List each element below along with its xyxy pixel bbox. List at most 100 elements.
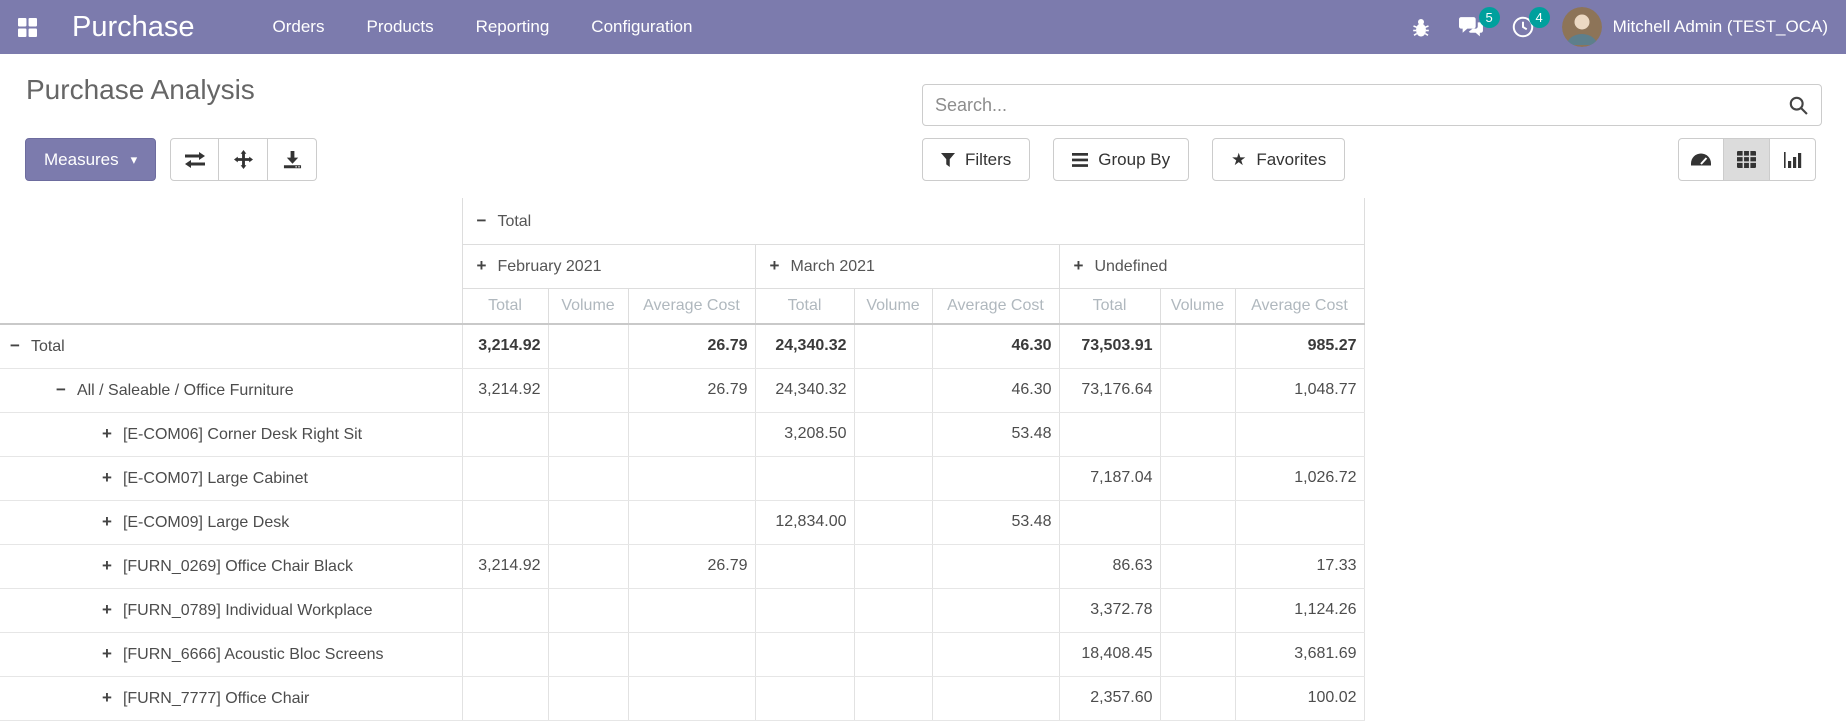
expand-icon[interactable]: + — [102, 556, 112, 576]
pivot-measure-header[interactable]: Total — [1059, 288, 1160, 324]
pivot-cell — [854, 456, 932, 500]
pivot-cell — [932, 544, 1059, 588]
navbar-menu-item-products[interactable]: Products — [366, 17, 433, 37]
filters-button[interactable]: Filters — [922, 138, 1030, 181]
download-button[interactable] — [268, 138, 317, 181]
app-brand[interactable]: Purchase — [72, 11, 195, 44]
apps-menu-button[interactable] — [0, 0, 54, 54]
pivot-cell — [628, 412, 755, 456]
pivot-measure-header[interactable]: Average Cost — [932, 288, 1059, 324]
pivot-col-group-label: Undefined — [1094, 258, 1167, 275]
pivot-row-header[interactable]: +[E-COM06] Corner Desk Right Sit — [0, 412, 462, 456]
pivot-cell — [462, 456, 548, 500]
pivot-row-header[interactable]: + [FURN_0269] Office Chair Black — [0, 544, 462, 588]
collapse-icon[interactable]: − — [56, 380, 66, 400]
pivot-row-header[interactable]: + [FURN_0789] Individual Workplace — [0, 588, 462, 632]
pivot-col-group[interactable]: +March 2021 — [755, 244, 1059, 288]
pivot-cell — [1160, 324, 1235, 368]
pivot-row-header[interactable]: −All / Saleable / Office Furniture — [0, 368, 462, 412]
pivot-cell — [1160, 632, 1235, 676]
pivot-row-label: [FURN_0269] Office Chair Black — [123, 558, 353, 575]
user-name: Mitchell Admin (TEST_OCA) — [1613, 17, 1828, 37]
search-input[interactable] — [923, 95, 1776, 116]
pivot-row-header[interactable]: + [E-COM09] Large Desk — [0, 500, 462, 544]
expand-icon[interactable]: + — [102, 644, 112, 664]
pivot-cell — [755, 588, 854, 632]
bars-icon — [1072, 153, 1088, 167]
pivot-row-label: [E-COM09] Large Desk — [123, 514, 289, 531]
pivot-row-label: [FURN_0789] Individual Workplace — [123, 602, 373, 619]
pivot-cell — [932, 456, 1059, 500]
pivot-cell — [755, 632, 854, 676]
collapse-icon[interactable]: − — [10, 336, 20, 356]
navbar-menu-item-orders[interactable]: Orders — [273, 17, 325, 37]
pivot-cell: 3,214.92 — [462, 324, 548, 368]
pivot-cell: 7,187.04 — [1059, 456, 1160, 500]
messages-button[interactable]: 5 — [1459, 16, 1484, 38]
pivot-cell — [755, 456, 854, 500]
expand-icon[interactable]: + — [1074, 256, 1084, 276]
pivot-cell — [462, 676, 548, 720]
pivot-col-group[interactable]: + February 2021 — [462, 244, 755, 288]
search-icon[interactable] — [1776, 96, 1821, 115]
pivot-col-root-label: Total — [497, 213, 531, 230]
debug-mode-button[interactable] — [1411, 17, 1431, 38]
group-by-button[interactable]: Group By — [1053, 138, 1189, 181]
apps-grid-icon — [18, 18, 37, 37]
pivot-cell — [854, 544, 932, 588]
pivot-measure-header[interactable]: Volume — [1160, 288, 1235, 324]
pivot-row-header[interactable]: −Total — [0, 324, 462, 368]
pivot-col-root[interactable]: −Total — [462, 198, 1364, 244]
measures-button[interactable]: Measures ▾ — [25, 138, 156, 181]
pivot-cell: 2,357.60 — [1059, 676, 1160, 720]
pivot-row-label: [FURN_6666] Acoustic Bloc Screens — [123, 646, 384, 663]
top-navbar: Purchase Orders Products Reporting Configur… — [0, 0, 1846, 54]
table-row: −Total3,214.9226.7924,340.3246.3073,503.… — [0, 324, 1364, 368]
pivot-cell — [462, 632, 548, 676]
pivot-cell: 1,048.77 — [1235, 368, 1364, 412]
pivot-cell — [854, 588, 932, 632]
pivot-corner — [0, 198, 462, 244]
user-menu[interactable]: Mitchell Admin (TEST_OCA) — [1562, 7, 1828, 47]
expand-icon[interactable]: + — [770, 256, 780, 276]
pivot-view-button[interactable] — [1724, 138, 1770, 181]
collapse-icon[interactable]: − — [477, 211, 487, 231]
dashboard-view-button[interactable] — [1678, 138, 1724, 181]
pivot-cell — [1160, 412, 1235, 456]
expand-icon[interactable]: + — [477, 256, 487, 276]
chart-view-button[interactable] — [1770, 138, 1816, 181]
expand-icon[interactable]: + — [102, 512, 112, 532]
expand-all-button[interactable] — [219, 138, 268, 181]
pivot-row-header[interactable]: +[E-COM07] Large Cabinet — [0, 456, 462, 500]
table-row: + [FURN_0789] Individual Workplace 3,372.7… — [0, 588, 1364, 632]
measures-label: Measures — [44, 150, 119, 170]
pivot-measure-header[interactable]: Total — [462, 288, 548, 324]
navbar-menu-item-reporting[interactable]: Reporting — [476, 17, 550, 37]
favorites-button[interactable]: ★ Favorites — [1212, 138, 1345, 181]
pivot-col-group-label: February 2021 — [497, 258, 601, 275]
pivot-cell: 3,372.78 — [1059, 588, 1160, 632]
pivot-row-header[interactable]: + [FURN_6666] Acoustic Bloc Screens — [0, 632, 462, 676]
expand-icon[interactable]: + — [102, 600, 112, 620]
activities-button[interactable]: 4 — [1512, 16, 1534, 38]
group-by-label: Group By — [1098, 150, 1170, 170]
table-row: +[E-COM09] Large Desk12,834.0053.48 — [0, 500, 1364, 544]
pivot-cell: 3,214.92 — [462, 368, 548, 412]
expand-icon[interactable]: + — [102, 688, 112, 708]
pivot-measure-header[interactable]: Average Cost — [628, 288, 755, 324]
pivot-measure-header[interactable]: Average Cost — [1235, 288, 1364, 324]
pivot-col-group[interactable]: + Undefined — [1059, 244, 1364, 288]
pivot-row-header[interactable]: +[FURN_7777] Office Chair — [0, 676, 462, 720]
flip-axis-button[interactable] — [170, 138, 219, 181]
pivot-table: −Total+February 2021+March 2021+Undefine… — [0, 198, 1365, 721]
pivot-cell: 53.48 — [932, 412, 1059, 456]
pivot-cell — [548, 544, 628, 588]
pivot-cell — [854, 412, 932, 456]
navbar-menu-item-configuration[interactable]: Configuration — [591, 17, 692, 37]
pivot-measure-header[interactable]: Volume — [548, 288, 628, 324]
expand-icon[interactable]: + — [102, 424, 112, 444]
pivot-measure-header[interactable]: Volume — [854, 288, 932, 324]
pivot-measure-header[interactable]: Total — [755, 288, 854, 324]
expand-icon[interactable]: + — [102, 468, 112, 488]
pivot-cell: 985.27 — [1235, 324, 1364, 368]
